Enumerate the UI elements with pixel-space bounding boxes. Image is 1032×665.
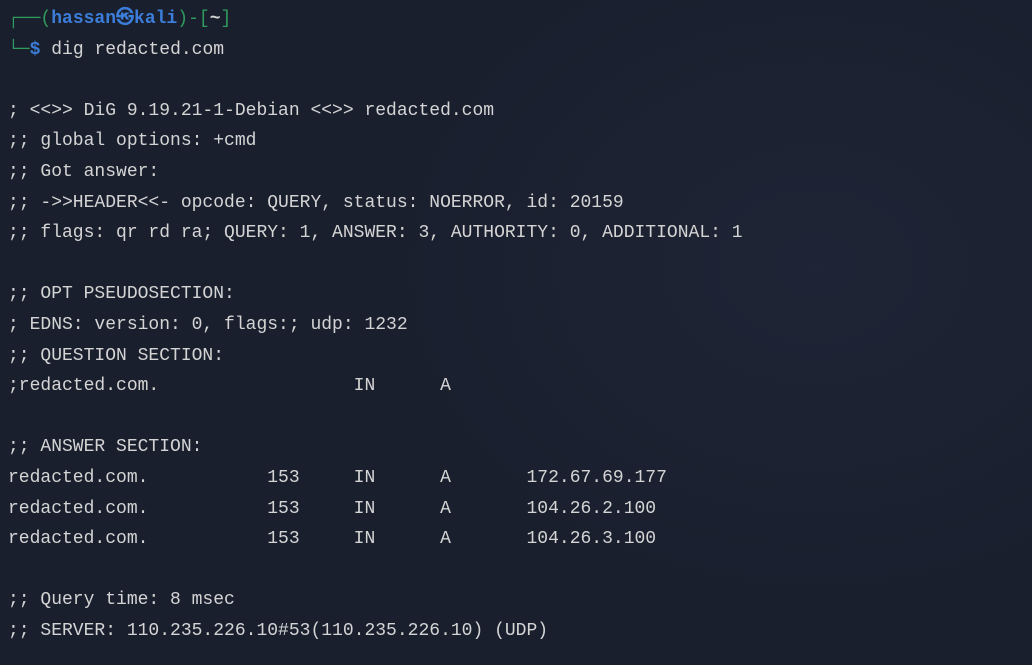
command-args: redacted.com [94,40,224,60]
dig-got-answer: ;; Got answer: [8,157,1024,188]
prompt-host: kali [134,9,177,29]
prompt-at-icon: ㉿ [116,9,134,29]
prompt-user: hassan [51,9,116,29]
blank-line [8,555,1024,586]
prompt-dash: - [188,9,199,29]
blank-line [8,249,1024,280]
dig-answer-row: redacted.com. 153 IN A 104.26.3.100 [8,524,1024,555]
prompt-corner-top: ┌── [8,9,40,29]
dig-answer-header: ;; ANSWER SECTION: [8,432,1024,463]
dig-edns: ; EDNS: version: 0, flags:; udp: 1232 [8,310,1024,341]
prompt-corner-bottom: └─ [8,40,30,60]
prompt-bracket-open: [ [199,9,210,29]
dig-question: ;redacted.com. IN A [8,371,1024,402]
dig-flags: ;; flags: qr rd ra; QUERY: 1, ANSWER: 3,… [8,218,1024,249]
prompt-paren-close: ) [177,9,188,29]
prompt-line-2: └─$ dig redacted.com [8,35,1024,66]
prompt-bracket-close: ] [221,9,232,29]
blank-line [8,65,1024,96]
dig-query-time: ;; Query time: 8 msec [8,585,1024,616]
blank-line [8,402,1024,433]
dig-question-header: ;; QUESTION SECTION: [8,341,1024,372]
prompt-line-1: ┌──(hassan㉿kali)-[~] [8,4,1024,35]
dig-opt-header: ;; OPT PSEUDOSECTION: [8,279,1024,310]
dig-answer-row: redacted.com. 153 IN A 172.67.69.177 [8,463,1024,494]
dig-answer-row: redacted.com. 153 IN A 104.26.2.100 [8,494,1024,525]
prompt-paren-open: ( [40,9,51,29]
dig-version: ; <<>> DiG 9.19.21-1-Debian <<>> redacte… [8,96,1024,127]
prompt-dollar: $ [30,40,41,60]
command-name: dig [51,40,83,60]
terminal-content[interactable]: ┌──(hassan㉿kali)-[~] └─$ dig redacted.co… [8,4,1024,646]
prompt-path: ~ [210,9,221,29]
dig-header: ;; ->>HEADER<<- opcode: QUERY, status: N… [8,188,1024,219]
dig-server: ;; SERVER: 110.235.226.10#53(110.235.226… [8,616,1024,647]
dig-global-options: ;; global options: +cmd [8,126,1024,157]
